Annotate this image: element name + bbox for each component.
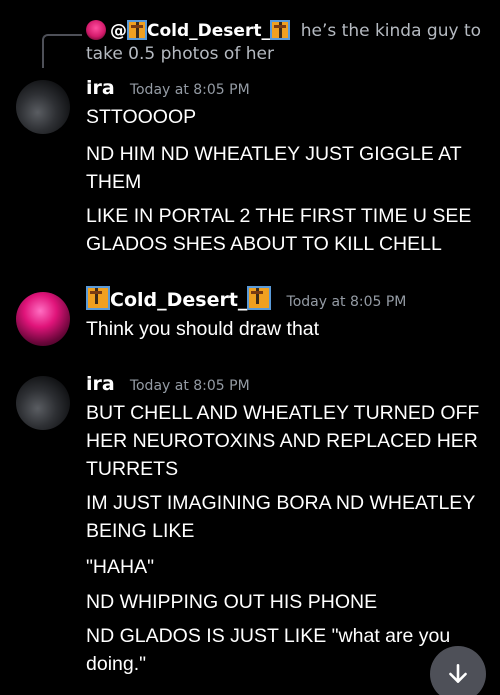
timestamp: Today at 8:05 PM — [129, 378, 250, 394]
message-header: ira Today at 8:05 PM — [86, 373, 250, 395]
message-line: ND HIM ND WHEATLEY JUST GIGGLE AT THEM — [86, 143, 462, 193]
flag-emoji-icon — [247, 286, 272, 310]
message-line: ND GLADOS IS JUST LIKE "what are you doi… — [86, 625, 451, 675]
flag-emoji-icon — [127, 20, 147, 40]
message-header: Cold_Desert_ Today at 8:05 PM — [86, 286, 406, 311]
message-line: Think you should draw that — [86, 318, 320, 340]
avatar[interactable] — [16, 80, 70, 134]
reply-connector — [42, 34, 82, 68]
reply-avatar[interactable] — [86, 20, 106, 40]
author-name[interactable]: ira — [86, 77, 115, 99]
jump-to-bottom-button[interactable] — [430, 646, 486, 695]
timestamp: Today at 8:05 PM — [129, 82, 250, 98]
message-line: "HAHA" — [86, 556, 155, 578]
message-header: ira Today at 8:05 PM — [86, 77, 250, 99]
author-name[interactable]: Cold_Desert_ — [110, 289, 247, 311]
flag-emoji-icon — [269, 20, 290, 40]
chat-view: @ Cold_Desert_ he’s the kinda guy to take… — [0, 0, 500, 695]
flag-emoji-icon — [86, 286, 110, 310]
reply-author-name[interactable]: Cold_Desert_ — [147, 21, 270, 41]
arrow-down-icon — [449, 664, 467, 683]
message-line: ND WHIPPING OUT HIS PHONE — [86, 591, 378, 613]
author-name[interactable]: ira — [86, 373, 115, 395]
message-line: STTOOOOP — [86, 106, 197, 128]
avatar[interactable] — [16, 376, 70, 430]
avatar[interactable] — [16, 292, 70, 346]
message-line: BUT CHELL AND WHEATLEY TURNED OFF HER NE… — [86, 402, 480, 480]
timestamp: Today at 8:05 PM — [286, 294, 407, 310]
message-line: LIKE IN PORTAL 2 THE FIRST TIME U SEE GL… — [86, 205, 472, 255]
reply-mention[interactable]: @ — [110, 21, 127, 41]
message-line: IM JUST IMAGINING BORA ND WHEATLEY BEING… — [86, 492, 475, 542]
reply-preview[interactable]: @ Cold_Desert_ he’s the kinda guy to take… — [86, 20, 486, 66]
